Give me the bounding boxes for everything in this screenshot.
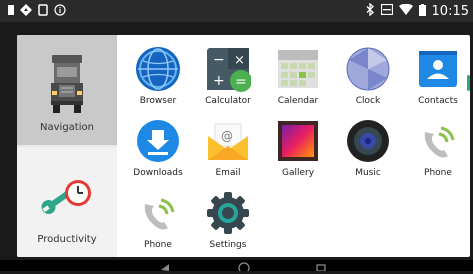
svg-text:=: = (235, 74, 247, 90)
screenshot-icon (38, 3, 48, 19)
navigation-diamond-icon (20, 3, 32, 19)
calendar-icon (273, 44, 323, 94)
category-label-productivity: Productivity (37, 234, 97, 245)
clock-icon (343, 44, 393, 94)
phone-icon (133, 188, 183, 238)
app-contacts[interactable]: Contacts (403, 36, 470, 106)
truck-icon (49, 55, 85, 117)
category-navigation[interactable]: Navigation (17, 35, 117, 145)
app-drawer-panel: Navigation Productivity Browser − × + = … (17, 35, 470, 257)
app-calendar[interactable]: Calendar (263, 36, 333, 106)
app-calculator[interactable]: − × + = Calculator (193, 36, 263, 106)
status-bar: 10:15 (0, 0, 473, 22)
app-clock[interactable]: Clock (333, 36, 403, 106)
svg-text:+: + (213, 73, 225, 89)
gear-icon (203, 188, 253, 238)
status-left-icons (8, 3, 66, 19)
svg-text:−: − (213, 52, 225, 68)
download-icon (133, 116, 183, 166)
speaker-icon (343, 116, 393, 166)
contacts-icon (413, 44, 463, 94)
app-gallery[interactable]: Gallery (263, 108, 333, 178)
app-label: Browser (139, 96, 177, 106)
back-icon[interactable] (160, 260, 170, 274)
app-label: Calculator (205, 96, 251, 106)
scroll-indicator[interactable] (467, 75, 470, 91)
globe-icon (133, 44, 183, 94)
app-label: Phone (424, 168, 452, 178)
email-icon: @ (203, 116, 253, 166)
info-icon (54, 3, 66, 19)
app-label: Email (215, 168, 241, 178)
category-label-navigation: Navigation (40, 122, 94, 133)
app-settings[interactable]: Settings (193, 180, 263, 250)
category-productivity[interactable]: Productivity (17, 147, 117, 257)
app-label: Clock (355, 96, 381, 106)
app-music[interactable]: Music (333, 108, 403, 178)
recents-icon[interactable] (316, 260, 326, 274)
notification-icon (8, 4, 14, 18)
calculator-icon: − × + = (203, 44, 253, 94)
battery-icon (418, 3, 426, 19)
navigation-bar (0, 260, 473, 274)
app-phone[interactable]: Phone (403, 108, 470, 178)
category-sidebar: Navigation Productivity (17, 35, 117, 257)
app-label: Gallery (281, 168, 315, 178)
status-right-icons: 10:15 (366, 2, 469, 19)
app-downloads[interactable]: Downloads (123, 108, 193, 178)
cast-icon (380, 3, 393, 18)
app-label: Settings (209, 240, 247, 250)
svg-text:×: × (234, 53, 245, 68)
app-grid: Browser − × + = Calculator Calendar Cloc… (117, 35, 470, 257)
app-label: Downloads (133, 168, 183, 178)
wrench-clock-icon (40, 175, 94, 221)
phone-icon (413, 116, 463, 166)
status-time: 10:15 (431, 3, 469, 19)
bluetooth-icon (366, 2, 375, 19)
app-label: Music (355, 168, 381, 178)
app-phone-2[interactable]: Phone (123, 180, 193, 250)
app-label: Calendar (277, 96, 319, 106)
home-icon[interactable] (238, 260, 250, 274)
app-browser[interactable]: Browser (123, 36, 193, 106)
app-label: Phone (144, 240, 172, 250)
svg-text:@: @ (221, 129, 233, 143)
wifi-icon (398, 3, 413, 18)
app-label: Contacts (418, 96, 458, 106)
gallery-icon (273, 116, 323, 166)
app-email[interactable]: @ Email (193, 108, 263, 178)
